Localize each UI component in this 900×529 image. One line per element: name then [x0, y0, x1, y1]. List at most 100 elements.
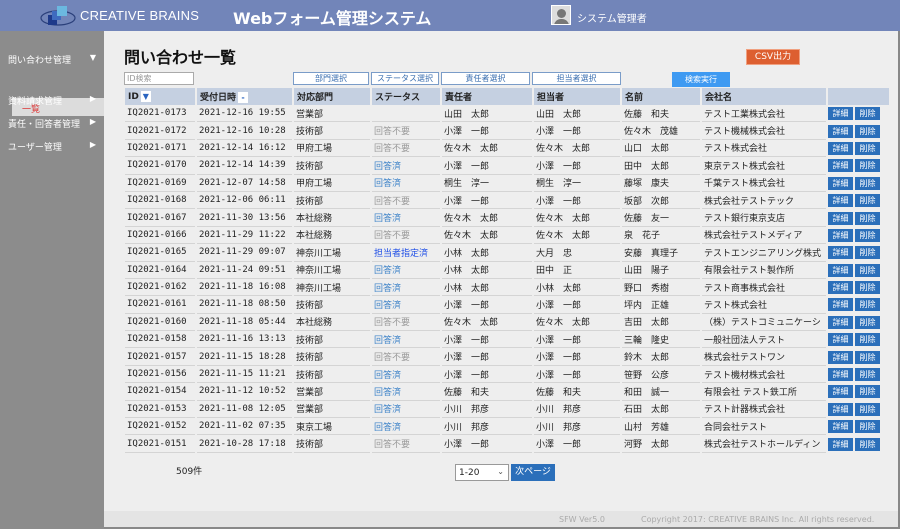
cell-assignee: 大月 忠 — [534, 244, 620, 262]
cell-status: 回答不要 — [372, 348, 440, 366]
department-select[interactable]: 部門選択 — [293, 72, 369, 85]
detail-button[interactable]: 詳細 — [828, 333, 853, 347]
delete-button[interactable]: 削除 — [855, 402, 880, 416]
table-row: IQ2021-0173 2021-12-16 19:55 営業部 山田 太郎 山田 太郎… — [125, 105, 889, 123]
app-title: Webフォーム管理システム — [233, 9, 432, 28]
cell-assignee: 佐々木 太郎 — [534, 314, 620, 332]
col-actions — [828, 88, 889, 105]
delete-button[interactable]: 削除 — [855, 159, 880, 173]
cell-name: 和田 誠一 — [622, 383, 700, 401]
cell-status: 回答済 — [372, 383, 440, 401]
sidebar-item-users[interactable]: ユーザー管理 ▶ — [0, 135, 104, 155]
delete-button[interactable]: 削除 — [855, 124, 880, 138]
detail-button[interactable]: 詳細 — [828, 385, 853, 399]
detail-button[interactable]: 詳細 — [828, 420, 853, 434]
detail-button[interactable]: 詳細 — [828, 246, 853, 260]
id-search-input[interactable]: ID検索 — [124, 72, 194, 85]
delete-button[interactable]: 削除 — [855, 298, 880, 312]
user-name[interactable]: システム管理者 — [577, 10, 647, 25]
cell-actions: 詳細 削除 — [828, 140, 889, 157]
assignee-select[interactable]: 担当者選択 — [532, 72, 621, 85]
cell-assignee: 佐々木 太郎 — [534, 227, 620, 245]
cell-actions: 詳細 削除 — [828, 227, 889, 244]
sort-none-icon[interactable]: - — [238, 92, 249, 103]
delete-button[interactable]: 削除 — [855, 350, 880, 364]
csv-export-button[interactable]: CSV出力 — [746, 49, 800, 65]
page-range-select[interactable]: 1-20 ⌄ — [455, 464, 509, 481]
cell-department: 技術部 — [294, 331, 370, 349]
col-received[interactable]: 受付日時 - — [197, 88, 292, 105]
delete-button[interactable]: 削除 — [855, 263, 880, 277]
table-row: IQ2021-0153 2021-11-08 12:05 営業部 回答済 小川 邦彦 小川… — [125, 401, 889, 419]
detail-button[interactable]: 詳細 — [828, 124, 853, 138]
detail-button[interactable]: 詳細 — [828, 298, 853, 312]
user-avatar-icon[interactable] — [551, 5, 571, 25]
cell-company: 株式会社テストメディア — [702, 227, 826, 245]
sidebar-item-responder[interactable]: 責任・回答者管理 ▶ — [0, 112, 104, 132]
delete-button[interactable]: 削除 — [855, 385, 880, 399]
manager-select[interactable]: 責任者選択 — [441, 72, 530, 85]
delete-button[interactable]: 削除 — [855, 281, 880, 295]
cell-status: 回答済 — [372, 262, 440, 279]
cell-name: 野口 秀樹 — [622, 279, 700, 297]
cell-id: IQ2021-0160 — [125, 314, 195, 332]
sort-desc-icon[interactable]: ▼ — [140, 91, 151, 102]
delete-button[interactable]: 削除 — [855, 333, 880, 347]
cell-id: IQ2021-0170 — [125, 157, 195, 175]
delete-button[interactable]: 削除 — [855, 141, 880, 155]
cell-id: IQ2021-0171 — [125, 140, 195, 158]
sidebar-item-document-request[interactable]: 資料請求管理 ▶ — [0, 89, 104, 109]
detail-button[interactable]: 詳細 — [828, 368, 853, 382]
cell-received: 2021-11-02 07:35 — [197, 418, 292, 436]
cell-name: 笹野 公彦 — [622, 366, 700, 384]
detail-button[interactable]: 詳細 — [828, 159, 853, 173]
col-id[interactable]: ID ▼ — [125, 88, 195, 105]
table-row: IQ2021-0164 2021-11-24 09:51 神奈川工場 回答済 小林 太郎… — [125, 262, 889, 279]
cell-company: テスト株式会社 — [702, 296, 826, 314]
cell-status: 回答済 — [372, 296, 440, 314]
cell-name: 安藤 真理子 — [622, 244, 700, 262]
detail-button[interactable]: 詳細 — [828, 194, 853, 208]
detail-button[interactable]: 詳細 — [828, 315, 853, 329]
sidebar-item-inquiry[interactable]: 問い合わせ管理 ▼ — [0, 48, 104, 68]
cell-id: IQ2021-0167 — [125, 209, 195, 227]
detail-button[interactable]: 詳細 — [828, 402, 853, 416]
delete-button[interactable]: 削除 — [855, 246, 880, 260]
detail-button[interactable]: 詳細 — [828, 228, 853, 242]
detail-button[interactable]: 詳細 — [828, 437, 853, 451]
cell-assignee: 小澤 一郎 — [534, 331, 620, 349]
delete-button[interactable]: 削除 — [855, 176, 880, 190]
cell-department: 本社総務 — [294, 227, 370, 245]
version: SFW Ver5.0 — [559, 515, 605, 524]
status-select[interactable]: ステータス選択 — [371, 72, 439, 85]
chevron-right-icon: ▶ — [89, 140, 96, 149]
delete-button[interactable]: 削除 — [855, 228, 880, 242]
delete-button[interactable]: 削除 — [855, 211, 880, 225]
cell-actions: 詳細 削除 — [828, 209, 889, 226]
cell-received: 2021-12-16 10:28 — [197, 122, 292, 140]
detail-button[interactable]: 詳細 — [828, 211, 853, 225]
detail-button[interactable]: 詳細 — [828, 350, 853, 364]
delete-button[interactable]: 削除 — [855, 437, 880, 451]
delete-button[interactable]: 削除 — [855, 368, 880, 382]
cell-received: 2021-11-18 08:50 — [197, 296, 292, 314]
detail-button[interactable]: 詳細 — [828, 141, 853, 155]
table-row: IQ2021-0172 2021-12-16 10:28 技術部 回答不要 小澤 一郎小… — [125, 122, 889, 140]
cell-received: 2021-11-24 09:51 — [197, 262, 292, 279]
cell-department: 本社総務 — [294, 209, 370, 227]
search-button[interactable]: 検索実行 — [672, 72, 730, 87]
delete-button[interactable]: 削除 — [855, 420, 880, 434]
app-header: CREATIVE BRAINS Webフォーム管理システム システム管理者 — [0, 0, 900, 31]
detail-button[interactable]: 詳細 — [828, 263, 853, 277]
delete-button[interactable]: 削除 — [855, 315, 880, 329]
detail-button[interactable]: 詳細 — [828, 107, 853, 121]
next-page-button[interactable]: 次ページ — [511, 464, 555, 481]
cell-name: 三輪 隆史 — [622, 331, 700, 349]
cell-id: IQ2021-0162 — [125, 279, 195, 297]
table-row: IQ2021-0160 2021-11-18 05:44 本社総務 回答不要 佐々木 太… — [125, 314, 889, 332]
detail-button[interactable]: 詳細 — [828, 281, 853, 295]
delete-button[interactable]: 削除 — [855, 107, 880, 121]
cell-received: 2021-12-07 14:58 — [197, 175, 292, 192]
delete-button[interactable]: 削除 — [855, 194, 880, 208]
detail-button[interactable]: 詳細 — [828, 176, 853, 190]
